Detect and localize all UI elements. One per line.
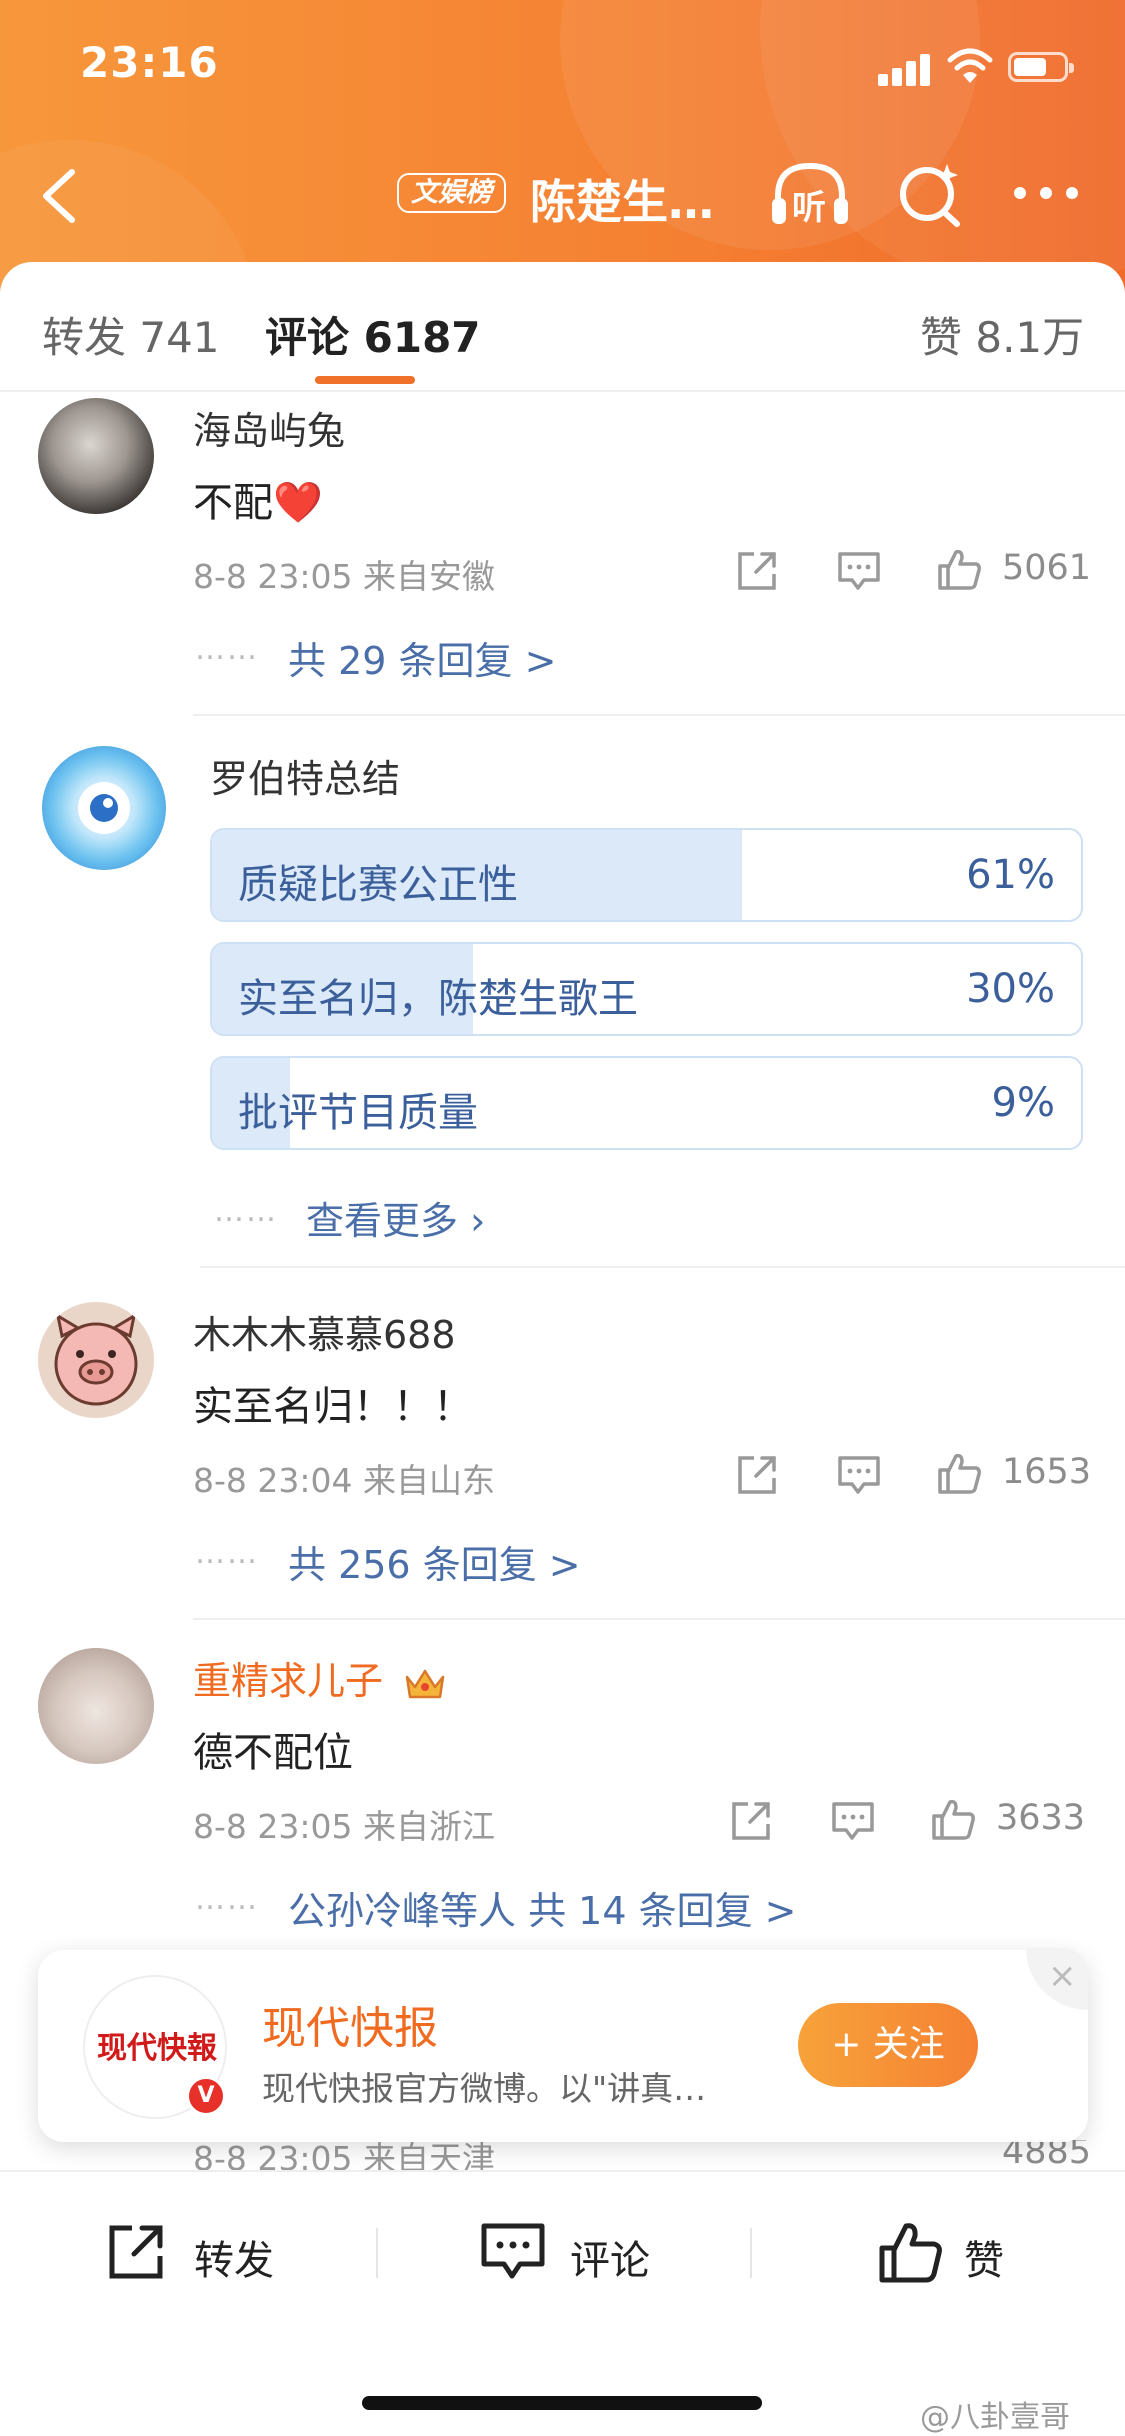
follow-button[interactable]: + 关注 <box>798 2003 978 2087</box>
tab-repost[interactable]: 转发 741 <box>42 304 220 365</box>
search-icon[interactable] <box>895 158 965 230</box>
divider <box>750 2228 752 2278</box>
avatar[interactable] <box>38 398 154 514</box>
poll-comment: 罗伯特总结 质疑比赛公正性 61% 实至名归，陈楚生歌王 30% 批评节目质量 … <box>0 740 1125 1260</box>
like-button[interactable]: 赞 <box>878 2220 1038 2284</box>
comment-meta: 8-8 23:05 来自安徽 <box>193 557 495 596</box>
share-icon[interactable] <box>728 1798 774 1844</box>
thumbs-up-icon <box>879 2223 942 2283</box>
divider <box>376 2228 378 2278</box>
listen-label: 听 <box>792 188 826 228</box>
status-time: 23:16 <box>80 38 219 87</box>
account-description: 现代快报官方微博。以"讲真… <box>262 2069 707 2108</box>
account-name[interactable]: 现代快报 <box>262 1992 438 2056</box>
active-tab-indicator <box>315 376 415 384</box>
poll-dots: …… <box>214 1194 278 1229</box>
share-icon[interactable] <box>734 548 780 594</box>
comment-text: 德不配位 <box>193 1730 353 1776</box>
comment-button[interactable]: 评论 <box>480 2220 680 2284</box>
home-indicator <box>362 2396 762 2410</box>
like-count: 1653 <box>1002 1452 1092 1492</box>
divider <box>193 714 1125 716</box>
ranking-badge[interactable]: 文娱榜 <box>397 173 506 213</box>
comment-username[interactable]: 重精求儿子 <box>193 1650 447 1705</box>
like-count: 3633 <box>996 1798 1086 1838</box>
like-count: 4885 <box>1002 2140 1092 2172</box>
poll-option-label: 质疑比赛公正性 <box>238 862 518 908</box>
eye-mascot-icon <box>78 782 130 834</box>
like-count: 5061 <box>1002 548 1092 588</box>
signal-icon <box>878 52 932 86</box>
avatar[interactable] <box>42 746 166 870</box>
avatar[interactable] <box>38 1648 154 1764</box>
repost-button[interactable]: 转发 <box>104 2220 304 2284</box>
repost-label: 转发 <box>194 2238 274 2284</box>
reply-dots: …… <box>195 1536 259 1571</box>
battery-icon <box>1008 52 1074 82</box>
comment-icon[interactable] <box>830 1798 876 1844</box>
like-label: 赞 <box>964 2238 1004 2284</box>
poll-username[interactable]: 罗伯特总结 <box>210 748 400 803</box>
like-icon[interactable] <box>936 546 982 592</box>
share-icon[interactable] <box>734 1452 780 1498</box>
poll-option-label: 实至名归，陈楚生歌王 <box>238 976 638 1022</box>
view-more-link[interactable]: 查看更多 › <box>306 1190 485 1245</box>
tab-bar: 转发 741 评论 6187 赞 8.1万 <box>0 262 1125 392</box>
comment-item: 重精求儿子 德不配位 8-8 23:05 来自浙江 3633 …… 公孙冷峰等人… <box>0 1642 1125 1962</box>
poll-option-percent: 61% <box>966 852 1055 898</box>
close-icon: × <box>1048 1956 1077 1996</box>
watermark: @八卦壹哥 <box>920 2400 1070 2435</box>
comment-username-text: 重精求儿子 <box>193 1659 384 1703</box>
crown-icon <box>405 1669 445 1698</box>
divider <box>193 1618 1125 1620</box>
comment-meta: 8-8 23:05 来自浙江 <box>193 1807 495 1846</box>
comment-body: 不配 <box>193 480 273 526</box>
comment-item: 海岛屿兔 不配❤️ 8-8 23:05 来自安徽 5061 …… 共 29 条回… <box>0 392 1125 712</box>
listen-button[interactable]: 听 <box>768 158 852 230</box>
view-replies-link[interactable]: 共 256 条回复 > <box>288 1534 581 1589</box>
tab-comments[interactable]: 评论 6187 <box>265 304 481 365</box>
page-title: 陈楚生… <box>530 175 714 229</box>
poll-option-label: 批评节目质量 <box>238 1090 478 1136</box>
repost-icon <box>109 2225 163 2279</box>
poll-option-percent: 30% <box>966 966 1055 1012</box>
comment-meta: 8-8 23:04 来自山东 <box>193 1461 495 1500</box>
wifi-icon <box>947 48 993 83</box>
like-icon[interactable] <box>936 1450 982 1496</box>
comment-text: 不配❤️ <box>193 470 323 528</box>
comment-label: 评论 <box>570 2238 650 2284</box>
newspaper-logo: 现代快報 <box>97 2031 217 2066</box>
verified-badge-icon: V <box>186 2076 226 2116</box>
reply-dots: …… <box>195 1882 259 1917</box>
header: 23:16 文娱榜 陈楚生… 听 <box>0 0 1125 300</box>
view-replies-link[interactable]: 公孙冷峰等人 共 14 条回复 > <box>288 1880 797 1935</box>
comment-icon[interactable] <box>836 548 882 594</box>
comment-username[interactable]: 木木木慕慕688 <box>193 1304 456 1359</box>
comment-bubble-icon <box>481 2223 545 2279</box>
like-icon[interactable] <box>930 1796 976 1842</box>
poll-option-percent: 9% <box>991 1080 1055 1126</box>
comment-icon[interactable] <box>836 1452 882 1498</box>
reply-dots: …… <box>195 632 259 667</box>
pig-avatar-icon <box>54 1312 138 1406</box>
header-decoration <box>760 0 1125 290</box>
comment-item: 木木木慕慕688 实至名归！！！ 8-8 23:04 来自山东 1653 …… … <box>0 1296 1125 1616</box>
avatar[interactable] <box>38 1302 154 1418</box>
back-button[interactable] <box>30 160 90 230</box>
tab-likes[interactable]: 赞 8.1万 <box>920 304 1084 365</box>
comment-username[interactable]: 海岛屿兔 <box>193 400 345 455</box>
divider <box>200 1266 1125 1268</box>
poll-option[interactable]: 质疑比赛公正性 61% <box>210 828 1083 922</box>
poll-option[interactable]: 批评节目质量 9% <box>210 1056 1083 1150</box>
view-replies-link[interactable]: 共 29 条回复 > <box>288 630 556 685</box>
poll-option[interactable]: 实至名归，陈楚生歌王 30% <box>210 942 1083 1036</box>
comment-text: 实至名归！！！ <box>193 1384 473 1430</box>
follow-suggestion-popup: 现代快報 V 现代快报 现代快报官方微博。以"讲真… + 关注 <box>38 1950 1088 2142</box>
more-options-icon[interactable] <box>1010 178 1082 208</box>
heart-emoji: ❤️ <box>273 480 323 526</box>
